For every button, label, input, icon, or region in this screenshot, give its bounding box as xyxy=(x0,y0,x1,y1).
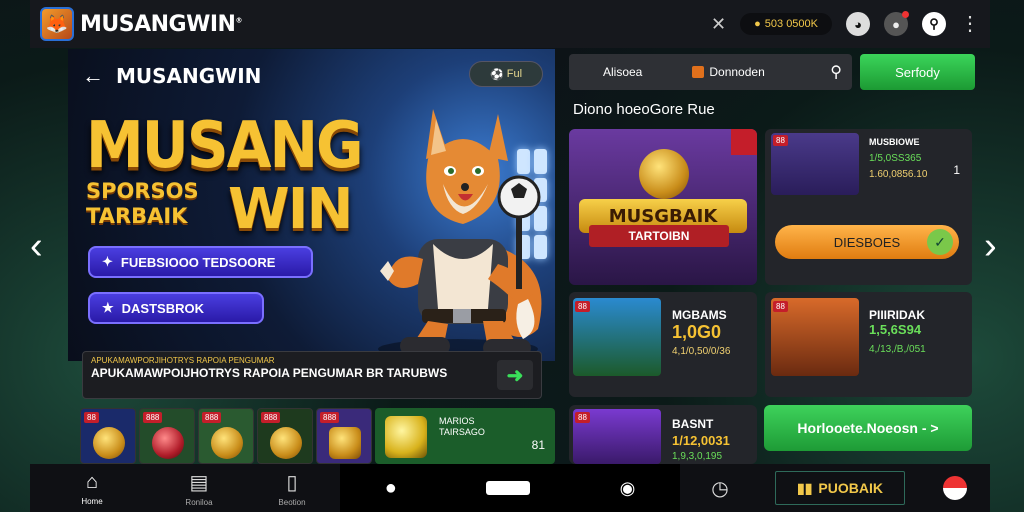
announcement-arrow-button[interactable]: ➜ xyxy=(497,360,533,390)
system-nav: ● ◉ xyxy=(340,464,680,512)
search-icon[interactable]: ⚲ xyxy=(922,12,946,36)
back-arrow-icon[interactable]: ← xyxy=(82,63,104,89)
game-tile-wide[interactable]: MARIOS TAIRSAGO 81 xyxy=(375,408,555,464)
home-icon: ⌂ xyxy=(85,470,99,493)
hero-pill-button[interactable]: ⚽ Ful xyxy=(469,61,543,87)
box-icon xyxy=(692,66,705,78)
jackpot-button[interactable]: DIESBOES ✓ xyxy=(775,225,959,259)
featured-game-card[interactable]: MUSGBAIK TARTOIBN xyxy=(569,129,757,285)
tab-profile[interactable] xyxy=(920,464,990,512)
clock-icon: ◷ xyxy=(711,477,729,500)
hot-badge xyxy=(731,129,757,155)
sparkle-icon: ✦ xyxy=(102,254,113,269)
tab-history[interactable]: ◷ xyxy=(680,464,760,512)
filter-bar: Alisoea Donnoden ⚲ xyxy=(569,54,852,90)
check-icon: ✓ xyxy=(927,229,953,255)
camera-icon[interactable]: ◉ xyxy=(620,478,636,499)
star-icon: ★ xyxy=(102,300,114,315)
tab-store[interactable]: ▤ Roniloa xyxy=(154,464,244,512)
game-tile[interactable]: 888 xyxy=(316,408,372,464)
announcement-text: APUKAMAWPOIJHOTRYS RAPOIA PENGUMAR BR TA… xyxy=(91,366,448,380)
announcement-label: APUKAMAWPORJIHOTRYS RAPOIA PENGUMAR xyxy=(91,356,275,365)
game-card[interactable]: 88 PIIIRIDAK 1,5,6S94 4,/13,/B,/051 xyxy=(765,292,972,397)
chart-icon: ▮▮ xyxy=(797,479,813,496)
more-menu-icon[interactable]: ⋮ xyxy=(960,14,980,34)
announcement-bar[interactable]: APUKAMAWPORJIHOTRYS RAPOIA PENGUMAR APUK… xyxy=(82,351,542,399)
fox-logo-icon[interactable]: 🦊 xyxy=(40,7,74,41)
brand-name: MUSANGWIN® xyxy=(80,11,242,37)
top-bar: 🦊 MUSANGWIN® ✕ ● 503 0500K ◕ ● ⚲ ⋮ xyxy=(30,0,990,48)
document-icon: ▯ xyxy=(286,471,298,494)
filter-option-1[interactable]: Alisoea xyxy=(603,65,642,79)
profile-icon xyxy=(943,476,967,500)
balance-display[interactable]: ● 503 0500K xyxy=(740,13,832,35)
app-screen: 🦊 MUSANGWIN® ✕ ● 503 0500K ◕ ● ⚲ ⋮ ‹ › ←… xyxy=(0,0,1024,512)
filter-option-2[interactable]: Donnoden xyxy=(692,65,765,79)
prev-arrow-icon[interactable]: ‹ xyxy=(30,225,43,268)
notification-icon[interactable]: ● xyxy=(884,11,909,36)
chat-icon[interactable]: ◕ xyxy=(846,12,870,36)
next-arrow-icon[interactable]: › xyxy=(984,225,997,268)
promotion-button[interactable]: Horlooete.Noeosn - > xyxy=(764,405,972,451)
featured-ribbon: TARTOIBN xyxy=(589,225,729,247)
tools-icon[interactable]: ✕ xyxy=(711,14,726,35)
hero-title: MUSANGWIN xyxy=(116,64,262,88)
ball-icon: ⚽ xyxy=(489,68,507,81)
search-button[interactable]: Serfody xyxy=(860,54,975,90)
headline-side: SPORSOS TARBAIK xyxy=(86,179,199,229)
tab-section[interactable]: ▯ Beotion xyxy=(244,464,340,512)
headline-top: MUSANG xyxy=(86,107,364,183)
hero-button-primary[interactable]: ✦ FUEBSIOOO TEDSOORE xyxy=(88,246,313,278)
hero-button-secondary[interactable]: ★ DASTSBROK xyxy=(88,292,264,324)
tab-home[interactable]: ⌂ Home xyxy=(30,464,154,512)
jackpot-card[interactable]: 88 MUSBIOWE 1/5,0SS365 1.60,0856.10 1 DI… xyxy=(765,129,972,285)
game-tile[interactable]: 888 xyxy=(198,408,254,464)
game-tile[interactable]: 888 xyxy=(139,408,195,464)
game-card[interactable]: 88 BASNT 1/12,0031 1,9,3,0,195 xyxy=(569,405,757,464)
game-card[interactable]: 88 MGBAMS 1,0G0 4,1/0,50/0/36 xyxy=(569,292,757,397)
game-strip: 88 888 888 888 888 MARIOS TAIRSAGO 81 xyxy=(80,408,555,464)
home-indicator[interactable] xyxy=(486,481,531,495)
section-title: Diono hoeoGore Rue xyxy=(573,101,715,118)
chat-bubble-icon[interactable]: ● xyxy=(385,477,397,500)
headline-bottom: WIN xyxy=(228,177,353,242)
store-icon: ▤ xyxy=(189,471,209,494)
search-icon[interactable]: ⚲ xyxy=(830,62,842,82)
game-tile[interactable]: 88 xyxy=(80,408,136,464)
tab-vip[interactable]: ▮▮ PUOBAIK xyxy=(760,464,920,512)
game-tile[interactable]: 888 xyxy=(257,408,313,464)
coin-icon: ● xyxy=(754,18,761,30)
fox-mascot-illustration xyxy=(378,109,542,359)
bottom-tab-bar: ⌂ Home ▤ Roniloa ▯ Beotion ● ◉ ◷ ▮▮ PUOB… xyxy=(30,464,990,512)
coin-illustration xyxy=(639,149,689,199)
vip-badge[interactable]: ▮▮ PUOBAIK xyxy=(775,471,905,505)
hero-banner[interactable]: ← MUSANGWIN ⚽ Ful MUSANG SPORSOS TARBAIK… xyxy=(68,49,555,361)
